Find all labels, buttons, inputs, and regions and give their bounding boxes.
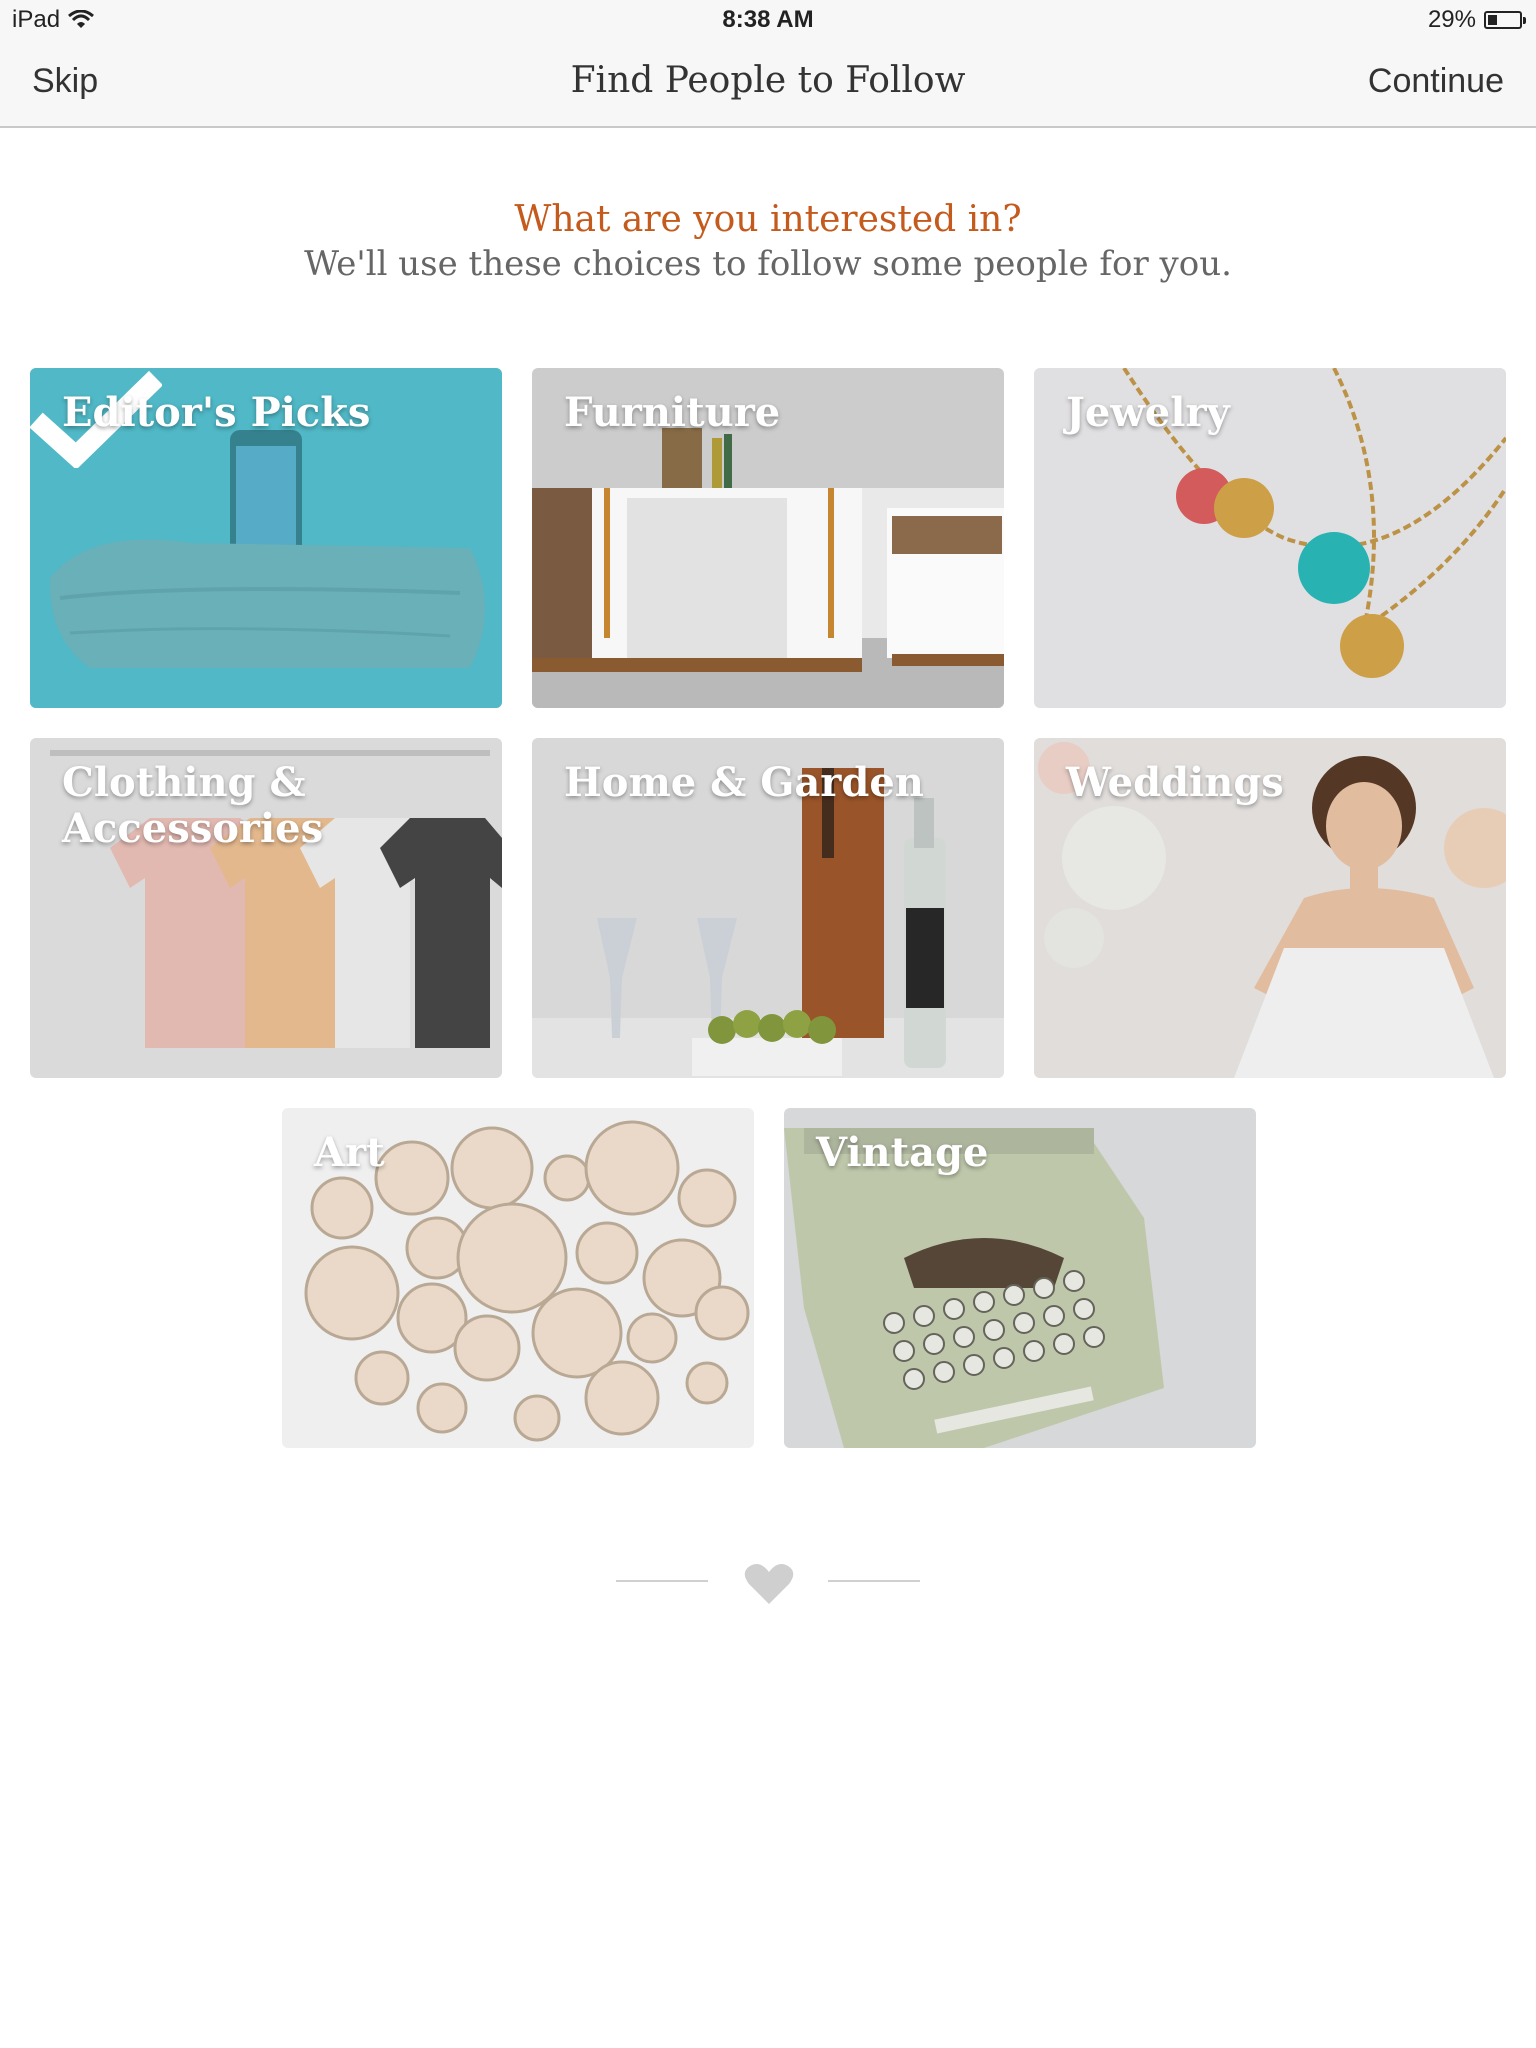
category-tile-art[interactable]: Art — [282, 1108, 754, 1448]
category-label: Editor's Picks — [62, 389, 371, 436]
category-label: Art — [314, 1129, 385, 1176]
battery-percent: 29% — [1427, 6, 1476, 33]
category-tile-editors-picks[interactable]: Editor's Picks — [30, 368, 502, 708]
intro-subtitle: We'll use these choices to follow some p… — [304, 244, 1232, 284]
navigation-bar: Skip Find People to Follow Continue — [0, 40, 1536, 128]
category-label: Clothing & Accessories — [62, 759, 324, 852]
status-right: 29% — [1427, 6, 1526, 34]
category-label: Jewelry — [1066, 389, 1230, 436]
category-label: Home & Garden — [564, 759, 924, 806]
intro: What are you interested in? We'll use th… — [0, 198, 1536, 286]
category-tile-jewelry[interactable]: Jewelry — [1034, 368, 1506, 708]
heart-icon — [744, 1564, 794, 1604]
continue-button[interactable]: Continue — [1368, 62, 1504, 101]
battery-fill — [1488, 15, 1497, 25]
category-label: Weddings — [1066, 759, 1284, 806]
status-time: 8:38 AM — [722, 6, 814, 33]
category-tile-home-garden[interactable]: Home & Garden — [532, 738, 1004, 1078]
divider-left — [616, 1580, 708, 1582]
divider-right — [828, 1580, 920, 1582]
page-title: Find People to Follow — [570, 60, 966, 101]
intro-question: What are you interested in? — [514, 199, 1022, 240]
category-tile-clothing-accessories[interactable]: Clothing & Accessories — [30, 738, 502, 1078]
category-tile-vintage[interactable]: Vintage — [784, 1108, 1256, 1448]
category-tile-weddings[interactable]: Weddings — [1034, 738, 1506, 1078]
category-label: Vintage — [816, 1129, 989, 1176]
category-tile-furniture[interactable]: Furniture — [532, 368, 1004, 708]
status-bar: iPad 8:38 AM 29% — [0, 0, 1536, 40]
battery-icon — [1484, 11, 1526, 29]
category-label: Furniture — [564, 389, 781, 436]
